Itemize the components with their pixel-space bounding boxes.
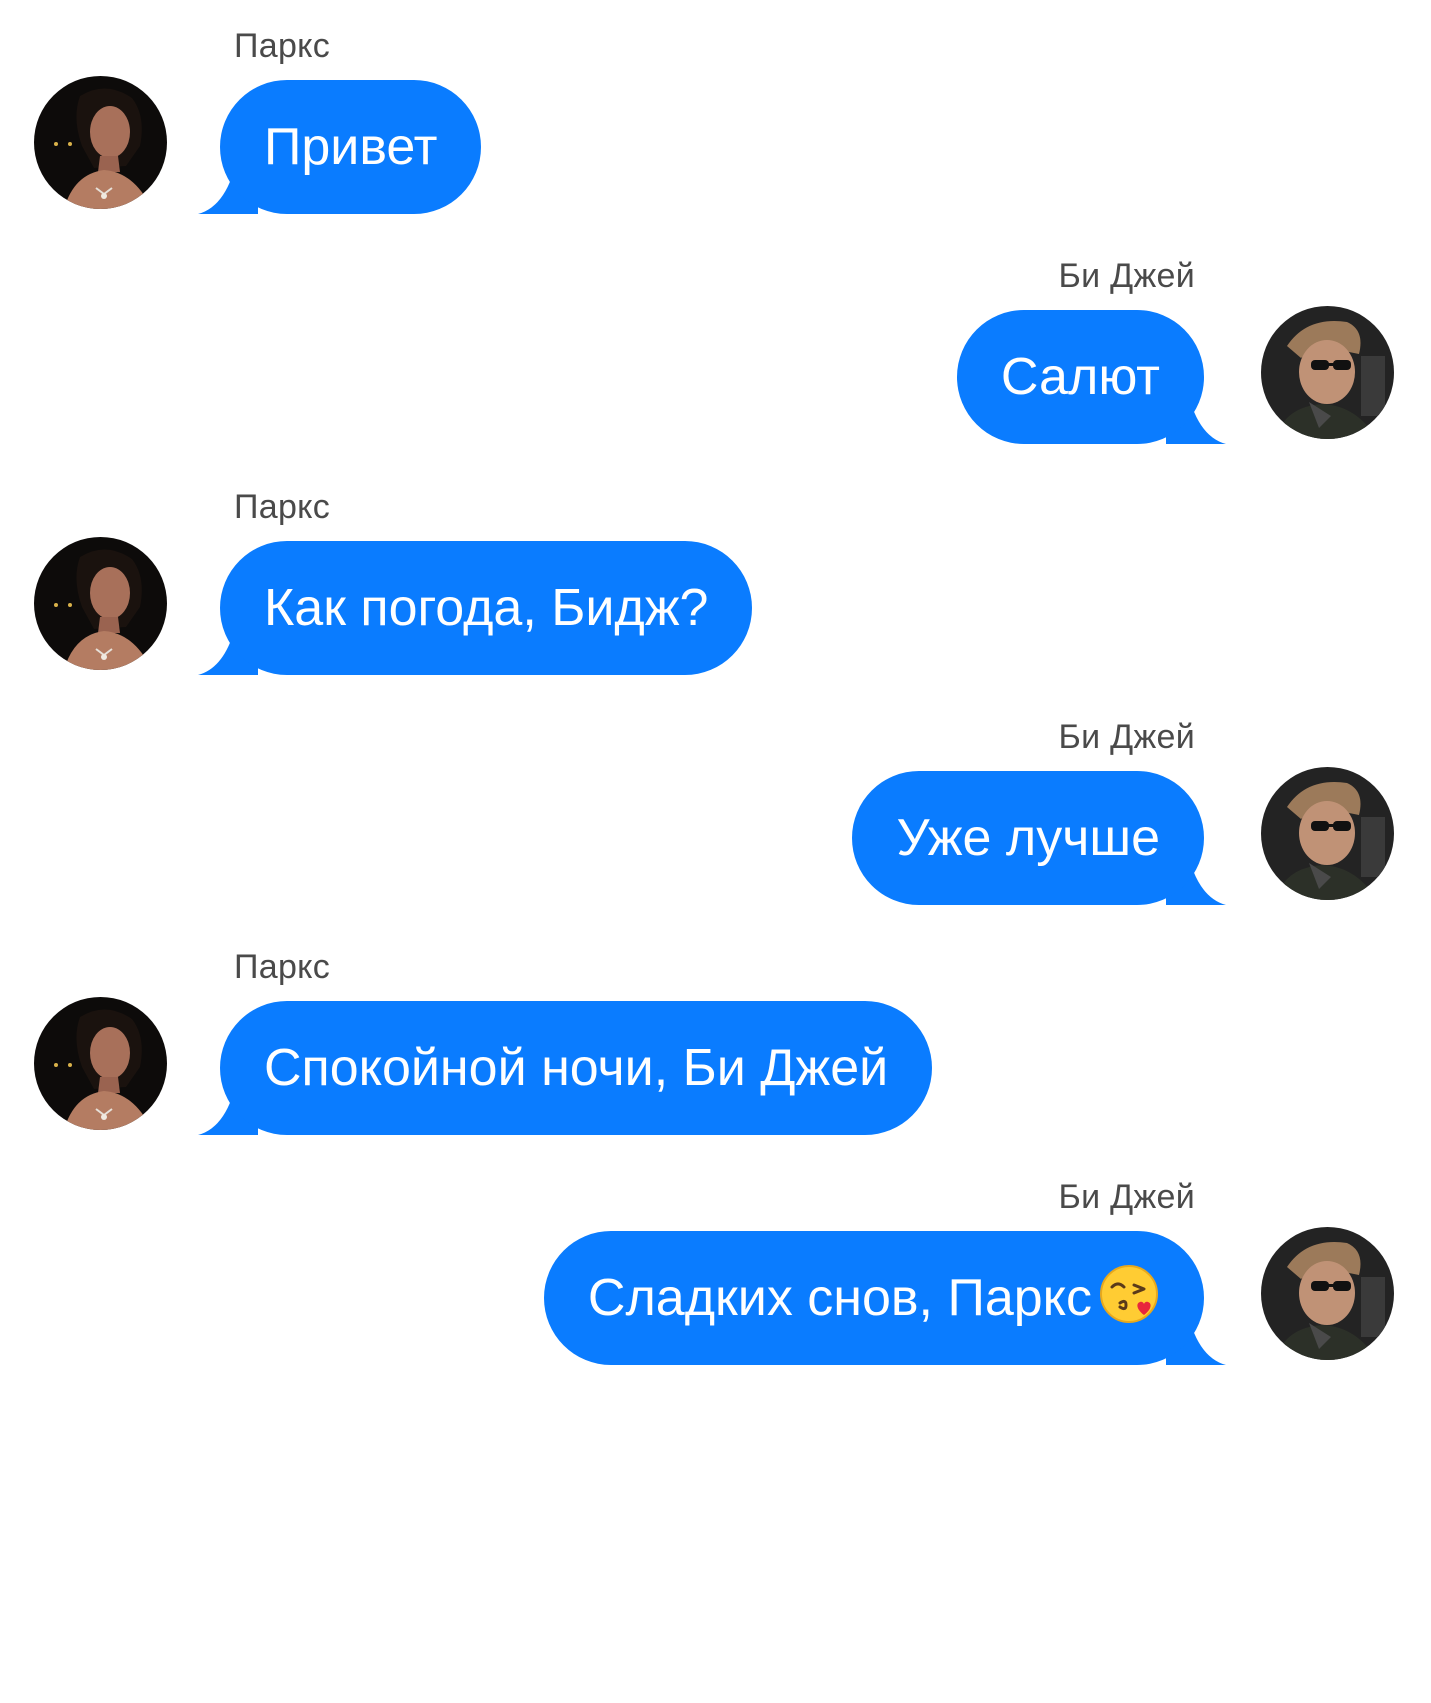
sender-name: Би Джей xyxy=(1058,718,1195,756)
message-text: Салют xyxy=(956,310,1204,444)
message-row: Паркс Привет xyxy=(0,26,1431,256)
message-thread: Паркс Привет Би Джей Салют Паркс Как пог… xyxy=(0,0,1431,1703)
message-row: Би Джей Салют xyxy=(0,256,1431,486)
sender-name: Паркс xyxy=(234,488,331,526)
message-bubble[interactable]: Салют xyxy=(956,310,1226,444)
message-row: Би Джей Уже лучше xyxy=(0,717,1431,947)
message-bubble[interactable]: Как погода, Бидж? xyxy=(198,541,753,675)
face-blowing-kiss-emoji-icon xyxy=(1098,1263,1160,1325)
message-text: Спокойной ночи, Би Джей xyxy=(220,1001,933,1135)
woman-portrait-avatar-icon[interactable] xyxy=(34,537,167,670)
man-sunglasses-avatar-icon[interactable] xyxy=(1261,306,1394,439)
message-bubble[interactable]: Уже лучше xyxy=(852,771,1226,905)
message-text: Как погода, Бидж? xyxy=(220,541,753,675)
woman-portrait-avatar-icon[interactable] xyxy=(34,76,167,209)
message-row: Паркс Спокойной ночи, Би Джей xyxy=(0,947,1431,1177)
man-sunglasses-avatar-icon[interactable] xyxy=(1261,1227,1394,1360)
message-bubble[interactable]: Сладких снов, Паркс xyxy=(543,1231,1226,1365)
message-bubble[interactable]: Привет xyxy=(198,80,482,214)
message-row: Паркс Как погода, Бидж? xyxy=(0,487,1431,717)
woman-portrait-avatar-icon[interactable] xyxy=(34,997,167,1130)
message-text: Сладких снов, Паркс xyxy=(587,1269,1092,1327)
sender-name: Паркс xyxy=(234,948,331,986)
message-row: Би Джей Сладких снов, Паркс xyxy=(0,1177,1431,1407)
message-text: Привет xyxy=(220,80,482,214)
sender-name: Би Джей xyxy=(1058,1178,1195,1216)
message-text: Уже лучше xyxy=(852,771,1204,905)
man-sunglasses-avatar-icon[interactable] xyxy=(1261,767,1394,900)
sender-name: Би Джей xyxy=(1058,257,1195,295)
sender-name: Паркс xyxy=(234,27,331,65)
message-content: Сладких снов, Паркс xyxy=(543,1231,1204,1365)
message-bubble[interactable]: Спокойной ночи, Би Джей xyxy=(198,1001,933,1135)
